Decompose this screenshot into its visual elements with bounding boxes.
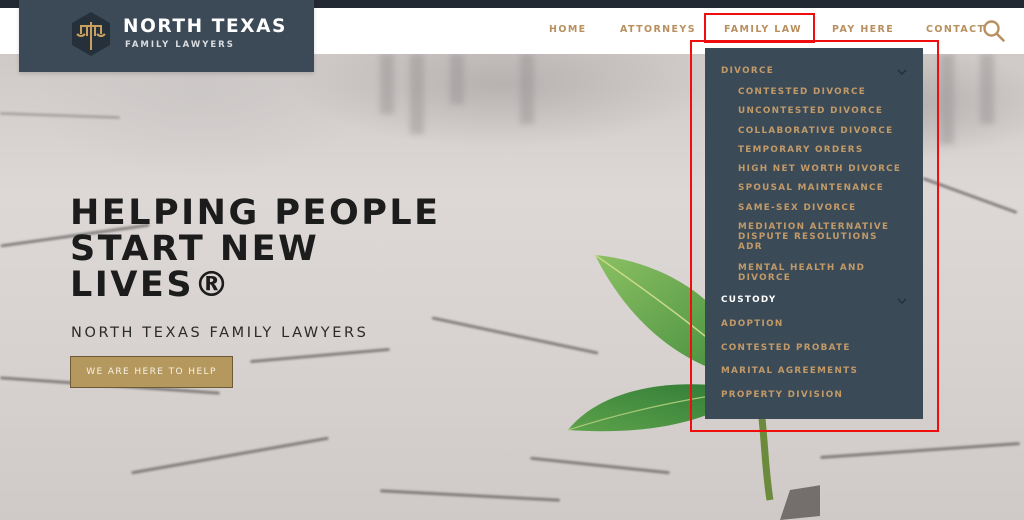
background-building — [410, 54, 424, 134]
ground-crack — [250, 347, 390, 364]
dropdown-subitem[interactable]: UNCONTESTED DIVORCE — [738, 106, 883, 116]
nav-contact[interactable]: CONTACT — [926, 24, 985, 35]
dropdown-subitem-mediation[interactable]: MEDIATION ALTERNATIVE DISPUTE RESOLUTION… — [738, 222, 889, 252]
ground-crack — [131, 436, 329, 475]
background-building — [380, 54, 394, 114]
family-law-dropdown: DIVORCE CONTESTED DIVORCE UNCONTESTED DI… — [705, 48, 923, 419]
dropdown-subitem[interactable]: COLLABORATIVE DIVORCE — [738, 126, 893, 136]
logo-subtitle: FAMILY LAWYERS — [125, 40, 235, 50]
dropdown-item-marital-agreements[interactable]: MARITAL AGREEMENTS — [721, 366, 858, 376]
dropdown-subitem[interactable]: TEMPORARY ORDERS — [738, 145, 863, 155]
mediation-line: DISPUTE RESOLUTIONS — [738, 232, 878, 242]
dropdown-subitem[interactable]: HIGH NET WORTH DIVORCE — [738, 164, 901, 174]
hero-title: HELPING PEOPLE START NEW LIVES® — [70, 195, 441, 303]
mediation-line: ADR — [738, 242, 763, 252]
chevron-down-icon[interactable] — [897, 298, 907, 304]
logo-title: NORTH TEXAS — [123, 16, 287, 37]
nav-home[interactable]: HOME — [549, 24, 587, 35]
dropdown-subitem-mental-health[interactable]: MENTAL HEALTH AND DIVORCE — [738, 263, 865, 283]
ground-crack — [380, 489, 560, 502]
dropdown-item-adoption[interactable]: ADOPTION — [721, 319, 784, 329]
dropdown-subitem[interactable]: SAME-SEX DIVORCE — [738, 203, 857, 213]
dropdown-subitem[interactable]: CONTESTED DIVORCE — [738, 87, 866, 97]
nav-attorneys[interactable]: ATTORNEYS — [620, 24, 696, 35]
background-building — [520, 54, 534, 124]
hero-title-line: HELPING PEOPLE — [70, 193, 441, 233]
hero-title-line: LIVES® — [70, 265, 232, 305]
chevron-down-icon[interactable] — [897, 69, 907, 75]
mediation-line: MEDIATION ALTERNATIVE — [738, 222, 890, 232]
hero-subtitle: NORTH TEXAS FAMILY LAWYERS — [71, 325, 369, 341]
dropdown-item-divorce[interactable]: DIVORCE — [721, 66, 774, 76]
dropdown-item-contested-probate[interactable]: CONTESTED PROBATE — [721, 343, 851, 353]
ground-crack — [0, 111, 121, 120]
nav-pay-here[interactable]: PAY HERE — [832, 24, 894, 35]
background-building — [940, 54, 954, 144]
hero-title-line: START NEW — [70, 229, 320, 269]
mental-health-line: DIVORCE — [738, 273, 792, 283]
logo[interactable]: NORTH TEXAS FAMILY LAWYERS — [19, 0, 314, 72]
help-cta-button[interactable]: WE ARE HERE TO HELP — [70, 356, 233, 388]
dropdown-item-property-division[interactable]: PROPERTY DIVISION — [721, 390, 843, 400]
search-icon[interactable] — [982, 19, 1006, 43]
background-building — [450, 54, 464, 104]
ground-crack — [820, 442, 1020, 459]
dropdown-subitem[interactable]: SPOUSAL MAINTENANCE — [738, 183, 884, 193]
background-building — [980, 54, 994, 124]
dropdown-item-custody[interactable]: CUSTODY — [721, 295, 777, 305]
scales-of-justice-icon — [72, 12, 110, 56]
nav-family-law[interactable]: FAMILY LAW — [724, 24, 802, 35]
mental-health-line: MENTAL HEALTH AND — [738, 263, 866, 273]
ground-crack — [922, 176, 1018, 215]
